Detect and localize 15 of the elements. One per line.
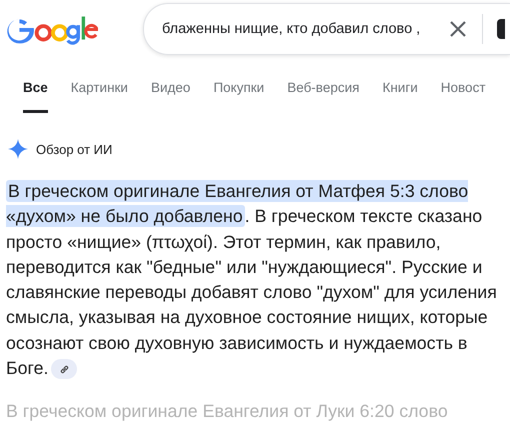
close-icon[interactable]	[448, 19, 468, 39]
tab[interactable]: Книги	[382, 73, 418, 113]
tab[interactable]: Картинки	[70, 73, 128, 113]
tab[interactable]: Новост	[440, 73, 486, 113]
sparkle-icon	[8, 139, 28, 159]
faded-paragraph: В греческом оригинале Евангелия от Луки 6:20 слово	[6, 400, 449, 424]
tab[interactable]: Покупки	[213, 73, 264, 113]
tab[interactable]: Все	[23, 73, 48, 113]
link-button[interactable]	[51, 359, 78, 380]
link-icon	[58, 364, 70, 375]
answer-paragraph: В греческом оригинале Евангелия от Матфея 5:3 слово «духом» не было добавлено. В греческом тексте сказано просто «нищие» (πτωχοί). Этот термин, как правило, переводится как "бедные" или "нуждающиеся". Русские и славянские переводы добавят слово "духом" для усиления смысла, указывая на духовное состояние нищих, которые осознают свою духовную зависимость и нуждаемость в Боге.	[6, 179, 498, 382]
overview-title: Обзор от ИИ	[36, 142, 112, 156]
tab[interactable]: Видео	[150, 73, 190, 113]
search-field[interactable]: блаженны нищие, кто добавил слово ,	[162, 21, 432, 37]
tab[interactable]: Веб-версия	[287, 73, 360, 113]
